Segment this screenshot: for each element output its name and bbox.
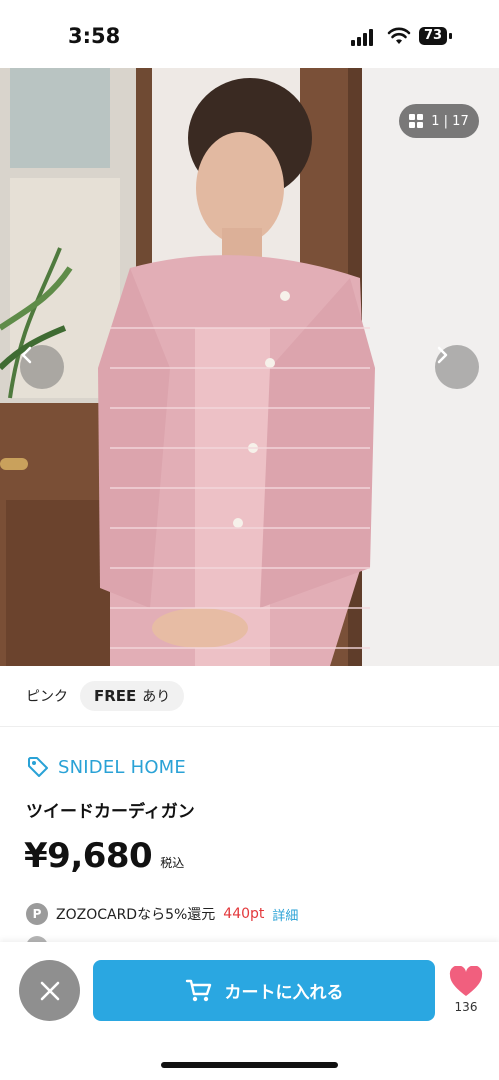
- product-image-gallery[interactable]: 1 | 17: [0, 68, 499, 666]
- previous-image-button[interactable]: [20, 345, 64, 389]
- status-bar: 3:58 73: [0, 0, 499, 68]
- tag-icon: [28, 757, 48, 777]
- battery-cap: [449, 33, 452, 39]
- cart-icon: [185, 979, 211, 1001]
- brand-name: SNIDEL HOME: [58, 756, 186, 778]
- points-detail-link[interactable]: 詳細: [272, 905, 298, 924]
- points-icon: P: [26, 903, 48, 925]
- close-button[interactable]: [19, 960, 80, 1021]
- chevron-right-icon: [437, 346, 448, 364]
- wifi-icon: [387, 27, 411, 44]
- favorite-count: 136: [454, 1000, 478, 1014]
- next-image-button[interactable]: [435, 345, 479, 389]
- image-counter[interactable]: 1 | 17: [399, 104, 479, 138]
- battery-icon: 73: [419, 27, 447, 45]
- points-text: ZOZOCARDなら5%還元: [56, 907, 216, 923]
- status-time: 3:58: [68, 24, 121, 48]
- price-row: ¥9,680 税込: [24, 836, 184, 876]
- close-icon: [40, 981, 59, 1000]
- product-photo: [0, 68, 499, 666]
- color-label: ピンク: [26, 689, 68, 705]
- grid-icon: [409, 114, 424, 128]
- action-bar: カートに入れる 136: [0, 942, 499, 1080]
- variation-row: ピンク FREE あり: [0, 666, 499, 727]
- points-row: P ZOZOCARDなら5%還元 440pt 詳細: [26, 903, 298, 925]
- add-to-cart-button[interactable]: カートに入れる: [93, 960, 435, 1021]
- price: ¥9,680: [24, 836, 153, 876]
- home-indicator: [161, 1062, 338, 1068]
- product-name: ツイードカーディガン: [26, 802, 195, 822]
- heart-icon: [449, 966, 483, 996]
- signal-icon: [351, 28, 377, 46]
- size-name: FREE: [94, 687, 137, 705]
- add-to-cart-label: カートに入れる: [224, 983, 344, 1003]
- status-icons: 73: [337, 26, 457, 48]
- image-counter-text: 1 | 17: [431, 113, 469, 129]
- size-availability: あり: [142, 689, 171, 705]
- tax-label: 税込: [160, 856, 185, 870]
- chevron-left-icon: [21, 346, 32, 364]
- favorite-button[interactable]: 136: [446, 966, 486, 1018]
- points-value: 440pt: [223, 906, 265, 922]
- brand-link[interactable]: SNIDEL HOME: [26, 755, 186, 779]
- size-chip[interactable]: FREE あり: [80, 681, 185, 711]
